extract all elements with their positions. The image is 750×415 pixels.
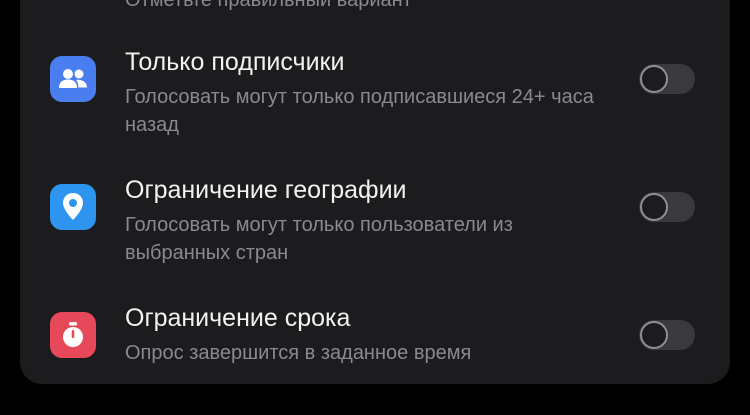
poll-settings-screen: Отметьте правильный вариант Только подпи… [0,0,750,415]
subscribers-only-description: Голосовать могут только подписавшиеся 24… [125,86,594,136]
toggle-knob [640,65,668,93]
geography-toggle[interactable] [639,192,695,222]
time-limit-title: Ограничение срока [125,304,351,332]
settings-row-subscribers-only[interactable]: Только подписчики Голосовать могут тольк… [20,44,730,144]
geography-title: Ограничение географии [125,176,407,204]
timer-icon [50,312,96,358]
settings-row-correct-answer[interactable]: Отметьте правильный вариант [20,0,730,11]
subscribers-only-toggle[interactable] [639,64,695,94]
settings-row-time-limit[interactable]: Ограничение срока Опрос завершится в зад… [20,300,730,380]
subscribers-only-title: Только подписчики [125,48,345,76]
toggle-knob [640,321,668,349]
settings-row-geography[interactable]: Ограничение географии Голосовать могут т… [20,172,730,272]
location-pin-icon [50,184,96,230]
geography-description: Голосовать могут только пользователи из … [125,214,513,264]
settings-card: Отметьте правильный вариант Только подпи… [20,0,730,384]
users-icon [50,56,96,102]
toggle-knob [640,193,668,221]
correct-answer-description: Отметьте правильный вариант [125,0,412,11]
time-limit-toggle[interactable] [639,320,695,350]
time-limit-description: Опрос завершится в заданное время [125,342,472,364]
